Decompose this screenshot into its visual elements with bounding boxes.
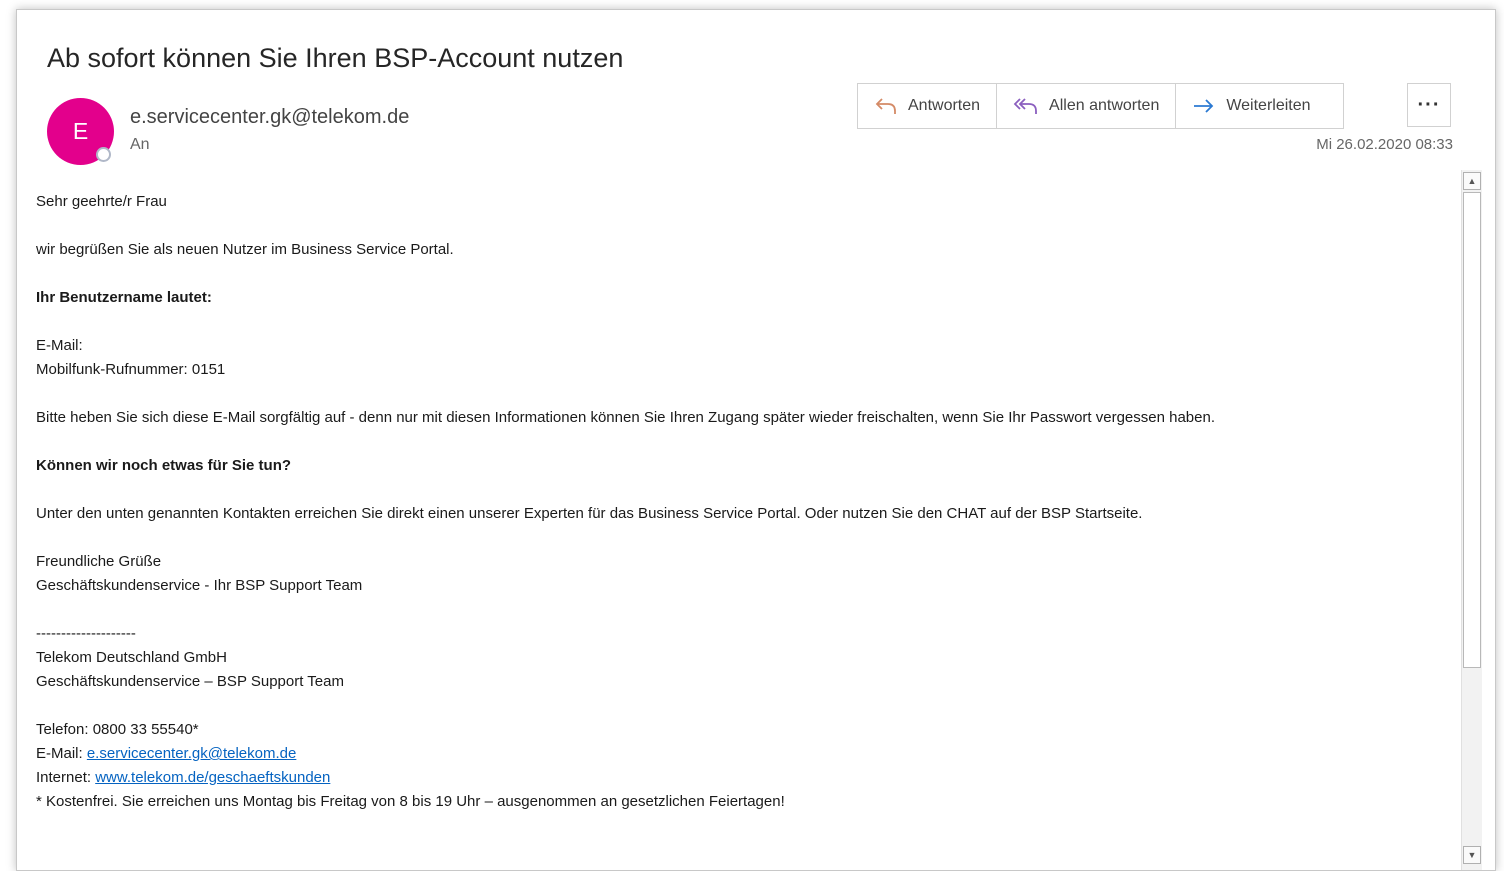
reply-label: Antworten [908,97,981,114]
internet-link[interactable]: www.telekom.de/geschaeftskunden [95,769,330,786]
username-heading: Ihr Benutzername lautet: [36,289,212,306]
vertical-scrollbar[interactable]: ▲ ▼ [1461,170,1482,870]
company-name: Telekom Deutschland GmbH [36,649,227,666]
reply-all-icon [1013,96,1039,116]
team-name: Geschäftskundenservice – BSP Support Tea… [36,673,344,690]
message-actions-toolbar: Antworten Allen antworten Weiterleiten [857,83,1344,129]
mail-label: E-Mail: [36,745,87,762]
reply-button[interactable]: Antworten [858,84,998,128]
email-label: E-Mail: [36,337,83,354]
scrollbar-thumb[interactable] [1463,192,1481,668]
help-heading: Können wir noch etwas für Sie tun? [36,457,292,474]
contact-text: Unter den unten genannten Kontakten erre… [36,505,1143,522]
separator: -------------------- [36,625,136,642]
reply-all-button[interactable]: Allen antworten [997,84,1177,128]
email-reading-pane: Ab sofort können Sie Ihren BSP-Account n… [16,9,1496,871]
presence-status-icon [96,147,111,162]
avatar-initial: E [72,118,89,144]
mobile-number-line: Mobilfunk-Rufnummer: 0151 [36,361,226,378]
more-icon: ··· [1417,93,1441,116]
footnote: * Kostenfrei. Sie erreichen uns Montag b… [36,793,785,810]
forward-label: Weiterleiten [1226,97,1311,114]
email-body: Sehr geehrte/r Frau wir begrüßen Sie als… [36,190,1446,838]
reply-icon [874,96,898,116]
closing: Freundliche Grüße [36,553,162,570]
more-actions-button[interactable]: ··· [1407,83,1451,127]
team-signature: Geschäftskundenservice - Ihr BSP Support… [36,577,363,594]
welcome-text: wir begrüßen Sie als neuen Nutzer im Bus… [36,241,454,258]
greeting: Sehr geehrte/r Frau [36,193,167,210]
keep-notice: Bitte heben Sie sich diese E-Mail sorgfä… [36,409,1215,426]
forward-button[interactable]: Weiterleiten [1176,84,1342,128]
internet-label: Internet: [36,769,96,786]
mail-link[interactable]: e.servicecenter.gk@telekom.de [87,745,297,762]
recipient-label: An [130,136,150,153]
scroll-down-arrow-icon[interactable]: ▼ [1463,846,1481,864]
forward-icon [1192,96,1216,116]
reply-all-label: Allen antworten [1049,97,1160,114]
scroll-up-arrow-icon[interactable]: ▲ [1463,172,1481,190]
email-subject: Ab sofort können Sie Ihren BSP-Account n… [47,43,624,73]
sent-date: Mi 26.02.2020 08:33 [1316,136,1453,153]
phone-line: Telefon: 0800 33 55540* [36,721,199,738]
sender-address[interactable]: e.servicecenter.gk@telekom.de [130,106,409,129]
